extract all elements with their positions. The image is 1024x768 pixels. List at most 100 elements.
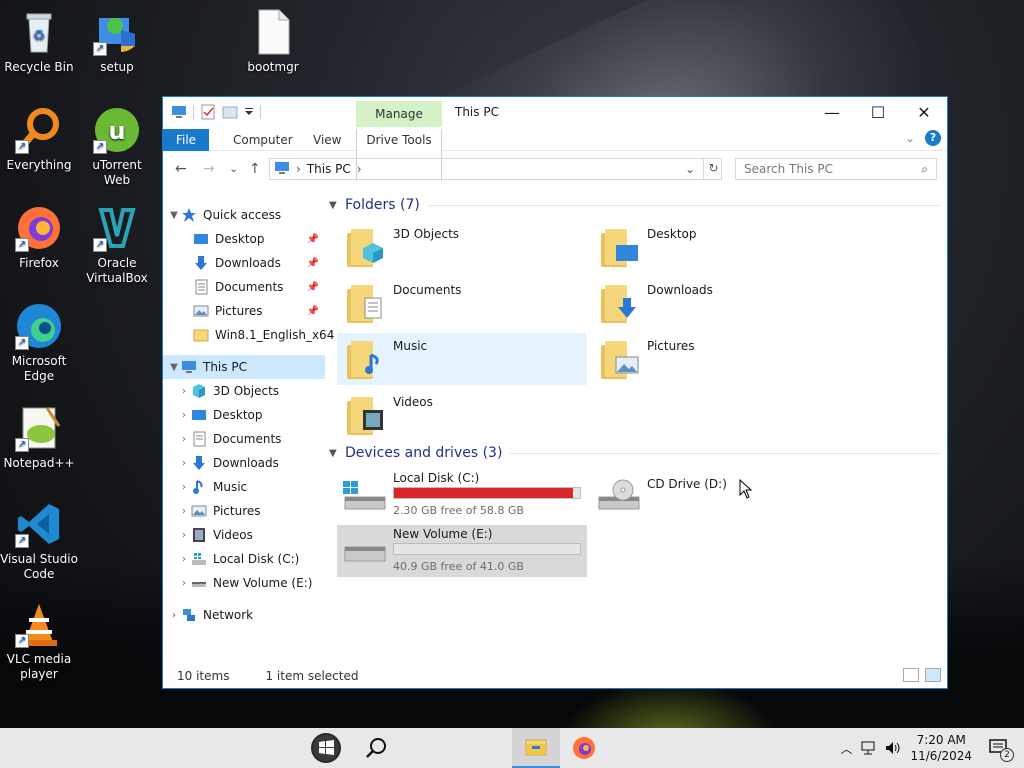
nav-pc-new-volume-e[interactable]: › New Volume (E:) — [163, 571, 325, 595]
nav-pc-local-disk-c[interactable]: › Local Disk (C:) — [163, 547, 325, 571]
pin-icon[interactable]: 📌 — [307, 282, 319, 293]
nav-label: Desktop — [215, 232, 265, 246]
folder-tile-desktop[interactable]: Desktop — [591, 221, 841, 273]
address-bar[interactable]: › This PC › ⌄ — [269, 158, 722, 180]
tab-file[interactable]: File — [163, 129, 209, 151]
folder-tile-3d-objects[interactable]: 3D Objects — [337, 221, 587, 273]
drives-group-header[interactable]: ▼ Devices and drives (3) — [329, 441, 941, 465]
desktop-icon-setup[interactable]: ↗ setup — [78, 8, 156, 75]
notifications-button[interactable]: 2 — [986, 728, 1016, 768]
details-view-icon[interactable] — [903, 668, 919, 682]
expand-ribbon-icon[interactable]: ⌄ — [905, 131, 915, 145]
network-icon[interactable] — [860, 740, 878, 756]
collapsed-chevron-icon[interactable]: › — [177, 386, 191, 397]
collapsed-chevron-icon[interactable]: › — [177, 482, 191, 493]
breadcrumb-this-pc[interactable]: This PC — [307, 162, 351, 176]
address-dropdown-icon[interactable]: ⌄ — [685, 162, 695, 176]
expanded-chevron-icon[interactable]: ▼ — [167, 362, 181, 373]
collapsed-chevron-icon[interactable]: › — [167, 610, 181, 621]
tab-manage[interactable]: Manage — [356, 101, 442, 127]
folder-tile-pictures[interactable]: Pictures — [591, 333, 841, 385]
desktop-icon-recycle-bin[interactable]: ♻ Recycle Bin — [0, 8, 78, 75]
computer-icon — [274, 161, 290, 178]
pin-icon[interactable]: 📌 — [307, 234, 319, 245]
utorrent-icon: u ↗ — [93, 106, 141, 154]
tile-label: 3D Objects — [393, 227, 460, 241]
expanded-chevron-icon[interactable]: ▼ — [167, 210, 181, 221]
desktop-icon-utorrent[interactable]: u ↗ uTorrent Web — [78, 106, 156, 188]
desktop-icon-vlc[interactable]: ↗ VLC media player — [0, 600, 78, 682]
volume-icon[interactable] — [884, 740, 902, 756]
divider — [510, 452, 941, 454]
nav-this-pc[interactable]: ▼ This PC — [163, 355, 325, 379]
collapsed-chevron-icon[interactable]: › — [177, 506, 191, 517]
start-button[interactable] — [304, 728, 348, 768]
collapsed-chevron-icon[interactable]: › — [177, 410, 191, 421]
forward-button[interactable]: → — [203, 161, 215, 177]
tab-view[interactable]: View — [303, 129, 351, 151]
drive-tile-local-disk-c[interactable]: Local Disk (C:) 2.30 GB free of 58.8 GB — [337, 469, 587, 521]
3d-objects-icon — [193, 384, 205, 398]
nav-quick-access[interactable]: ▼ Quick access — [163, 203, 325, 227]
up-button[interactable]: ↑ — [249, 161, 261, 177]
clock[interactable]: 7:20 AM 11/6/2024 — [910, 732, 972, 764]
properties-icon[interactable] — [200, 104, 216, 120]
tab-computer[interactable]: Computer — [223, 129, 303, 151]
nav-qa-documents[interactable]: Documents 📌 — [163, 275, 325, 299]
desktop-icon-firefox[interactable]: ↗ Firefox — [0, 204, 78, 271]
tiles-view-icon[interactable] — [925, 668, 941, 682]
desktop-icon-everything[interactable]: ↗ Everything — [0, 106, 78, 173]
refresh-button[interactable]: ↻ — [703, 158, 723, 180]
desktop-icon-virtualbox[interactable]: ↗ Oracle VirtualBox — [78, 204, 156, 286]
nav-label: Downloads — [215, 256, 281, 270]
taskbar-firefox[interactable] — [562, 728, 606, 768]
nav-qa-desktop[interactable]: Desktop 📌 — [163, 227, 325, 251]
pin-icon[interactable]: 📌 — [307, 258, 319, 269]
collapsed-chevron-icon[interactable]: › — [177, 530, 191, 541]
search-button[interactable] — [354, 728, 398, 768]
maximize-button[interactable]: ☐ — [855, 97, 901, 127]
nav-pc-music[interactable]: › Music — [163, 475, 325, 499]
collapsed-chevron-icon[interactable]: › — [177, 434, 191, 445]
minimize-button[interactable]: — — [809, 97, 855, 127]
desktop-icon-notepadpp[interactable]: ↗ Notepad++ — [0, 404, 78, 471]
drive-tile-cd-drive-d[interactable]: CD Drive (D:) — [591, 469, 841, 521]
new-folder-icon[interactable] — [222, 104, 238, 120]
desktop-icon-bootmgr[interactable]: bootmgr — [234, 8, 312, 75]
nav-pc-desktop[interactable]: › Desktop — [163, 403, 325, 427]
nav-pc-pictures[interactable]: › Pictures — [163, 499, 325, 523]
nav-qa-win81-folder[interactable]: Win8.1_English_x64 — [163, 323, 334, 347]
nav-pc-downloads[interactable]: › Downloads — [163, 451, 325, 475]
taskbar-file-explorer[interactable] — [512, 728, 560, 768]
nav-pc-videos[interactable]: › Videos — [163, 523, 325, 547]
recent-locations-button[interactable]: ⌄ — [229, 162, 238, 175]
pin-icon[interactable]: 📌 — [307, 306, 319, 317]
folder-tile-videos[interactable]: Videos — [337, 389, 587, 441]
search-input[interactable]: Search This PC ⌕ — [735, 158, 937, 180]
nav-pc-3d-objects[interactable]: › 3D Objects — [163, 379, 325, 403]
nav-pc-documents[interactable]: › Documents — [163, 427, 325, 451]
drive-tile-new-volume-e[interactable]: New Volume (E:) 40.9 GB free of 41.0 GB — [337, 525, 587, 577]
close-button[interactable]: ✕ — [901, 97, 947, 127]
nav-qa-downloads[interactable]: Downloads 📌 — [163, 251, 325, 275]
help-icon[interactable]: ? — [925, 130, 941, 146]
group-collapse-chevron-icon[interactable]: ▼ — [329, 200, 345, 211]
nav-qa-pictures[interactable]: Pictures 📌 — [163, 299, 325, 323]
group-collapse-chevron-icon[interactable]: ▼ — [329, 448, 345, 459]
folder-tile-downloads[interactable]: Downloads — [591, 277, 841, 329]
collapsed-chevron-icon[interactable]: › — [177, 554, 191, 565]
folder-tile-music[interactable]: Music — [337, 333, 587, 385]
computer-icon — [182, 361, 196, 373]
collapsed-chevron-icon[interactable]: › — [177, 458, 191, 469]
desktop-icon-edge[interactable]: ↗ Microsoft Edge — [0, 302, 78, 384]
folders-group-header[interactable]: ▼ Folders (7) — [329, 193, 941, 217]
nav-label: Pictures — [215, 304, 263, 318]
folder-tile-documents[interactable]: Documents — [337, 277, 587, 329]
collapsed-chevron-icon[interactable]: › — [177, 578, 191, 589]
show-hidden-icons-icon[interactable]: ︿ — [840, 740, 852, 757]
desktop-icon-vscode[interactable]: ↗ Visual Studio Code — [0, 500, 78, 582]
back-button[interactable]: ← — [175, 161, 187, 177]
qat-dropdown-icon[interactable] — [244, 104, 254, 120]
nav-network[interactable]: › Network — [163, 603, 325, 627]
breadcrumb-separator: › — [296, 162, 301, 176]
